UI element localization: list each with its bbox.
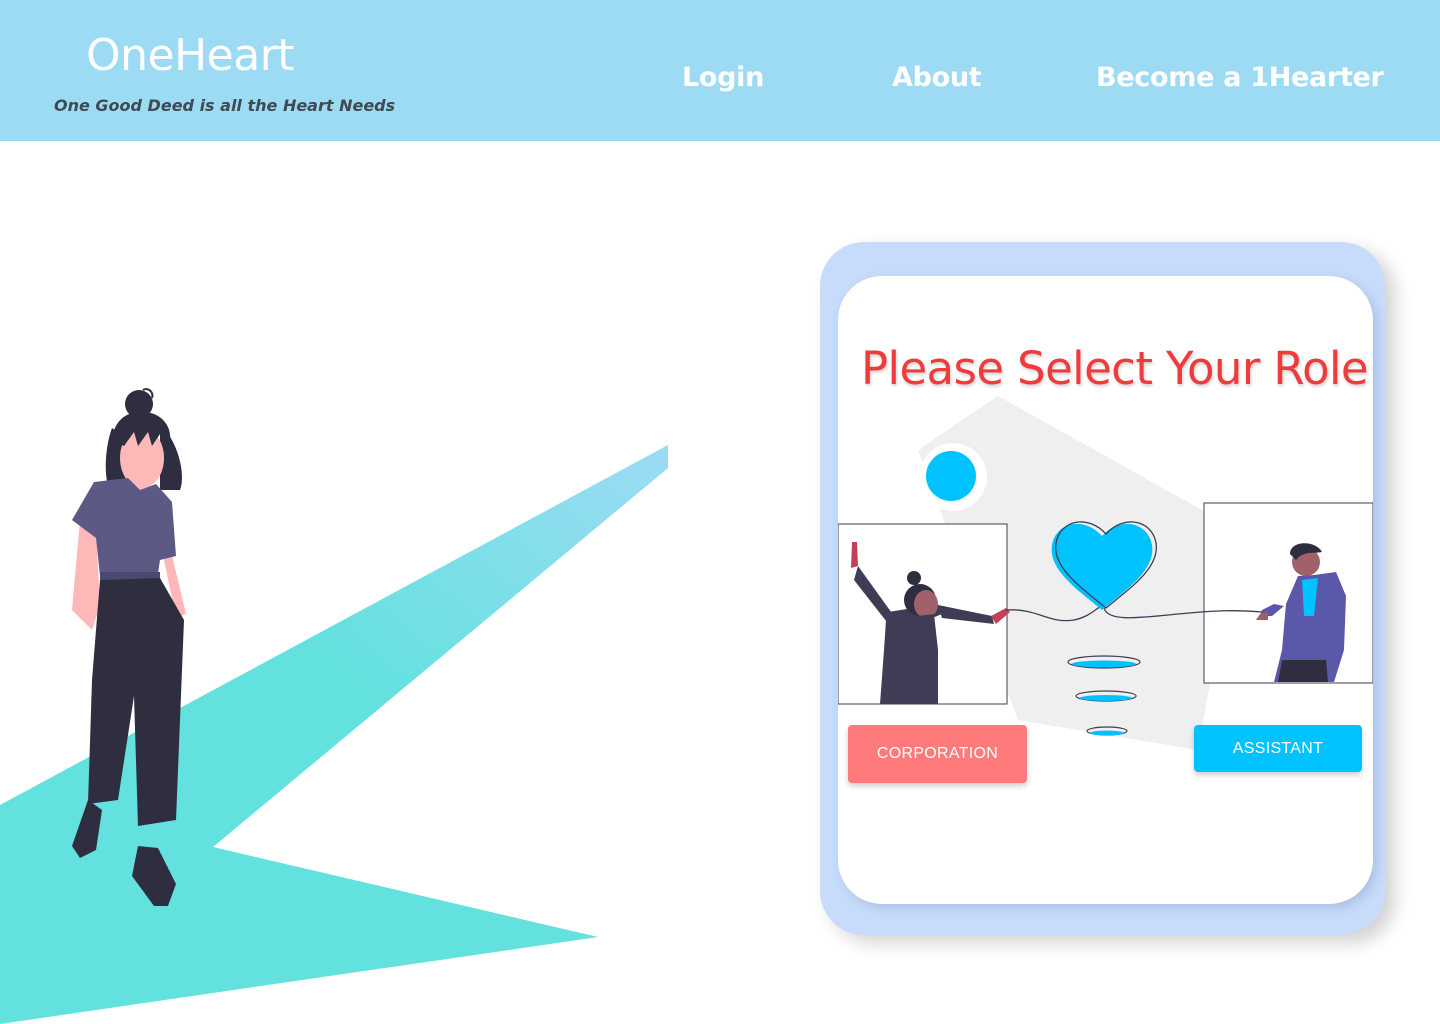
tagline: One Good Deed is all the Heart Needs — [54, 96, 396, 115]
corporation-button[interactable]: CORPORATION — [848, 725, 1027, 783]
woman-walking-illustration — [0, 388, 668, 1024]
role-select-title: Please Select Your Role — [861, 342, 1369, 395]
nav-about-link[interactable]: About — [892, 62, 982, 93]
nav-become-link[interactable]: Become a 1Hearter — [1096, 62, 1384, 93]
nav-login-link[interactable]: Login — [682, 62, 764, 93]
assistant-button[interactable]: ASSISTANT — [1194, 725, 1362, 772]
role-connection-illustration — [838, 396, 1373, 750]
page: OneHeart One Good Deed is all the Heart … — [0, 0, 1440, 1024]
logo-title[interactable]: OneHeart — [86, 30, 295, 81]
header-bar: OneHeart One Good Deed is all the Heart … — [0, 0, 1440, 141]
